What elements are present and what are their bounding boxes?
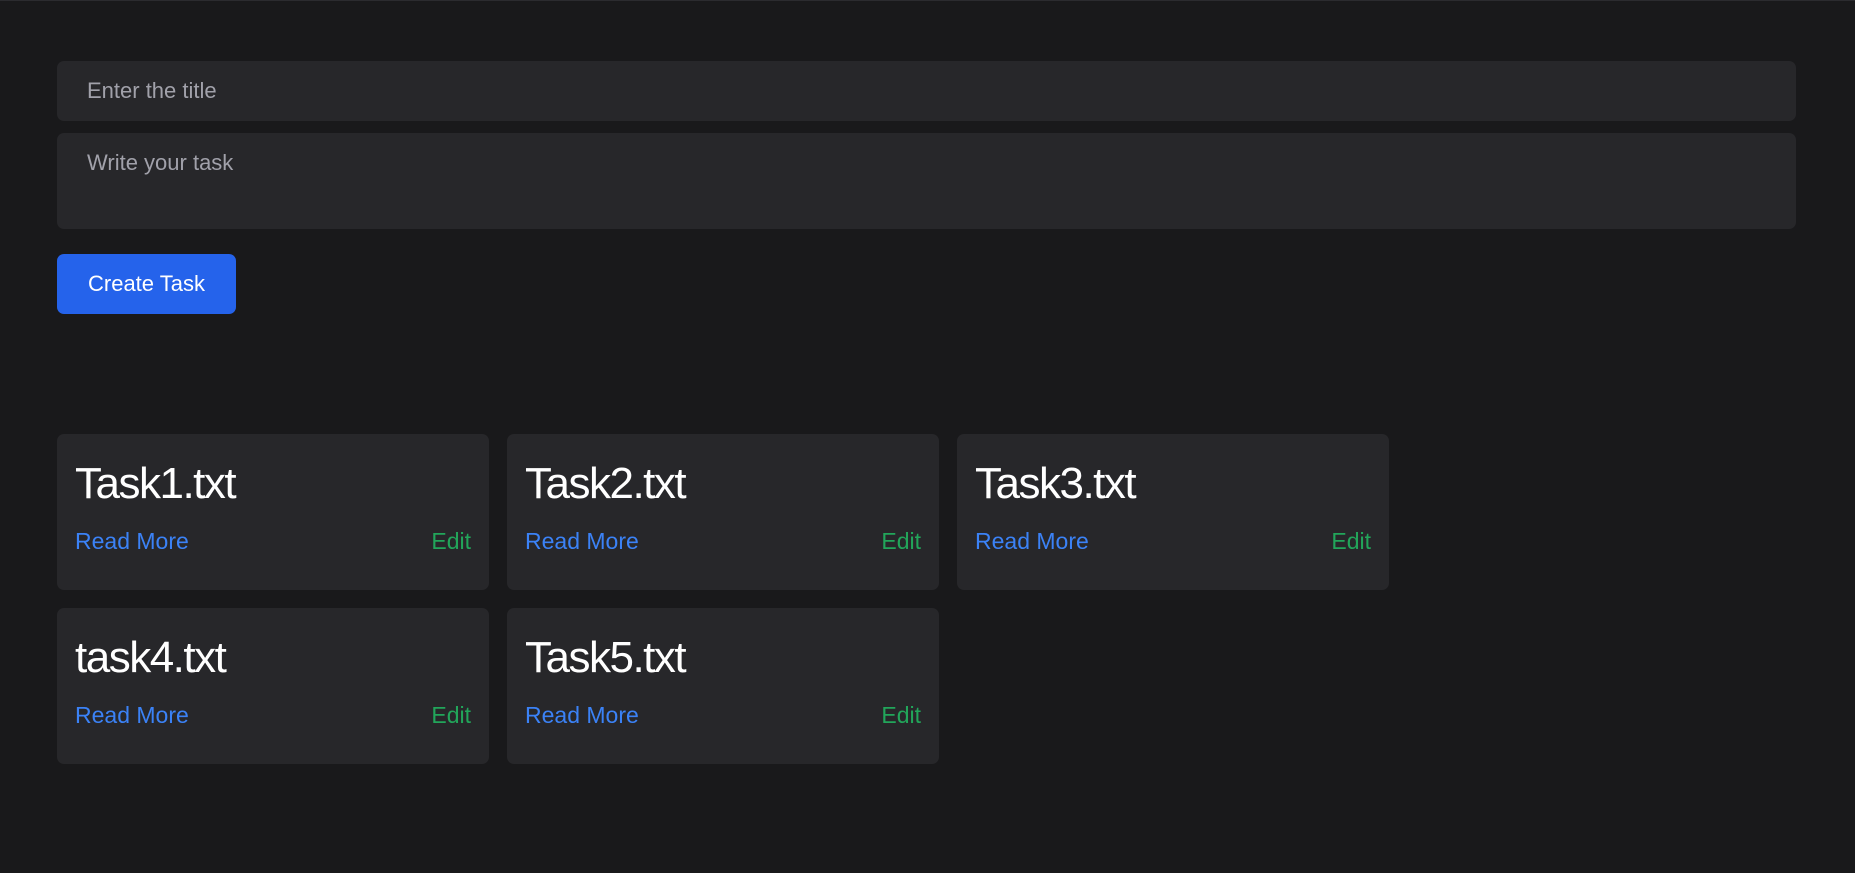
- edit-link[interactable]: Edit: [431, 702, 471, 729]
- task-card: Task3.txt Read More Edit: [957, 434, 1389, 590]
- task-card-actions: Read More Edit: [525, 702, 921, 729]
- edit-link[interactable]: Edit: [881, 702, 921, 729]
- read-more-link[interactable]: Read More: [975, 528, 1089, 555]
- read-more-link[interactable]: Read More: [525, 528, 639, 555]
- task-card-title: Task1.txt: [75, 459, 237, 508]
- create-task-button[interactable]: Create Task: [57, 254, 236, 314]
- task-card-title: Task5.txt: [525, 633, 687, 682]
- read-more-link[interactable]: Read More: [525, 702, 639, 729]
- task-card: Task5.txt Read More Edit: [507, 608, 939, 764]
- task-card-actions: Read More Edit: [975, 528, 1371, 555]
- read-more-link[interactable]: Read More: [75, 528, 189, 555]
- task-card-grid: Task1.txt Read More Edit Task2.txt Read …: [57, 434, 1457, 764]
- task-card: Task2.txt Read More Edit: [507, 434, 939, 590]
- edit-link[interactable]: Edit: [431, 528, 471, 555]
- task-card-title: Task3.txt: [975, 459, 1137, 508]
- task-card: task4.txt Read More Edit: [57, 608, 489, 764]
- read-more-link[interactable]: Read More: [75, 702, 189, 729]
- edit-link[interactable]: Edit: [881, 528, 921, 555]
- task-textarea[interactable]: [57, 133, 1796, 229]
- edit-link[interactable]: Edit: [1331, 528, 1371, 555]
- title-input[interactable]: [57, 61, 1796, 121]
- task-card-title: task4.txt: [75, 633, 227, 682]
- task-card-title: Task2.txt: [525, 459, 687, 508]
- task-card-actions: Read More Edit: [75, 702, 471, 729]
- task-page: Create Task Task1.txt Read More Edit Tas…: [0, 1, 1855, 764]
- task-card-actions: Read More Edit: [525, 528, 921, 555]
- task-form: Create Task: [57, 61, 1811, 314]
- task-card: Task1.txt Read More Edit: [57, 434, 489, 590]
- task-card-actions: Read More Edit: [75, 528, 471, 555]
